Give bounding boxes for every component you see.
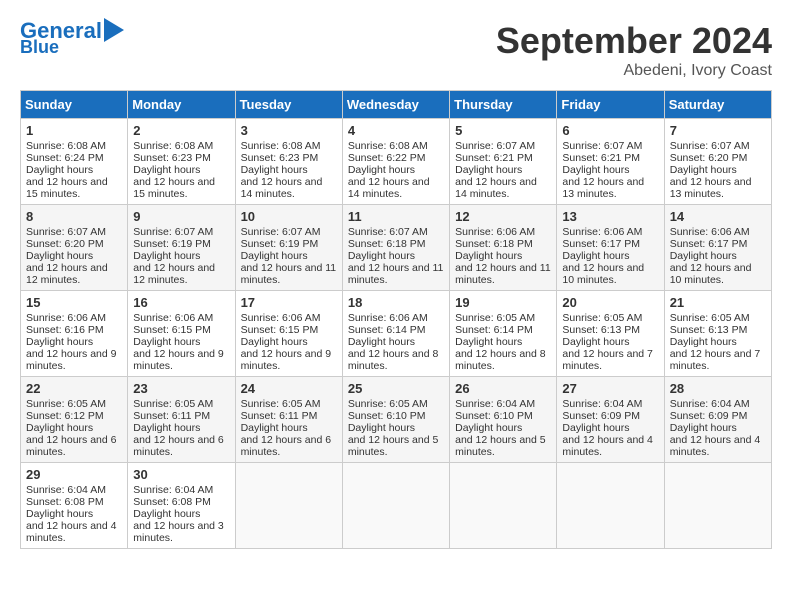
calendar-cell: 22Sunrise: 6:05 AMSunset: 6:12 PMDayligh… (21, 377, 128, 463)
day-number: 26 (455, 381, 551, 396)
logo-text-blue: Blue (20, 38, 59, 56)
calendar-table: SundayMondayTuesdayWednesdayThursdayFrid… (20, 90, 772, 549)
calendar-cell: 26Sunrise: 6:04 AMSunset: 6:10 PMDayligh… (450, 377, 557, 463)
calendar-cell: 9Sunrise: 6:07 AMSunset: 6:19 PMDaylight… (128, 205, 235, 291)
calendar-cell: 12Sunrise: 6:06 AMSunset: 6:18 PMDayligh… (450, 205, 557, 291)
calendar-cell: 24Sunrise: 6:05 AMSunset: 6:11 PMDayligh… (235, 377, 342, 463)
calendar-week-row: 15Sunrise: 6:06 AMSunset: 6:16 PMDayligh… (21, 291, 772, 377)
weekday-header-tuesday: Tuesday (235, 91, 342, 119)
day-number: 8 (26, 209, 122, 224)
calendar-week-row: 22Sunrise: 6:05 AMSunset: 6:12 PMDayligh… (21, 377, 772, 463)
day-number: 9 (133, 209, 229, 224)
day-number: 1 (26, 123, 122, 138)
calendar-cell (235, 463, 342, 549)
calendar-week-row: 29Sunrise: 6:04 AMSunset: 6:08 PMDayligh… (21, 463, 772, 549)
calendar-cell: 28Sunrise: 6:04 AMSunset: 6:09 PMDayligh… (664, 377, 771, 463)
calendar-cell: 4Sunrise: 6:08 AMSunset: 6:22 PMDaylight… (342, 119, 449, 205)
day-number: 28 (670, 381, 766, 396)
calendar-cell: 25Sunrise: 6:05 AMSunset: 6:10 PMDayligh… (342, 377, 449, 463)
calendar-cell: 5Sunrise: 6:07 AMSunset: 6:21 PMDaylight… (450, 119, 557, 205)
weekday-header-sunday: Sunday (21, 91, 128, 119)
day-number: 6 (562, 123, 658, 138)
calendar-cell: 7Sunrise: 6:07 AMSunset: 6:20 PMDaylight… (664, 119, 771, 205)
calendar-cell: 13Sunrise: 6:06 AMSunset: 6:17 PMDayligh… (557, 205, 664, 291)
day-number: 24 (241, 381, 337, 396)
weekday-header-monday: Monday (128, 91, 235, 119)
day-number: 3 (241, 123, 337, 138)
logo-arrow-icon (104, 18, 124, 42)
calendar-cell: 8Sunrise: 6:07 AMSunset: 6:20 PMDaylight… (21, 205, 128, 291)
calendar-cell: 29Sunrise: 6:04 AMSunset: 6:08 PMDayligh… (21, 463, 128, 549)
calendar-cell (342, 463, 449, 549)
day-number: 27 (562, 381, 658, 396)
calendar-cell: 6Sunrise: 6:07 AMSunset: 6:21 PMDaylight… (557, 119, 664, 205)
weekday-header-saturday: Saturday (664, 91, 771, 119)
calendar-cell: 10Sunrise: 6:07 AMSunset: 6:19 PMDayligh… (235, 205, 342, 291)
calendar-cell: 19Sunrise: 6:05 AMSunset: 6:14 PMDayligh… (450, 291, 557, 377)
calendar-cell: 27Sunrise: 6:04 AMSunset: 6:09 PMDayligh… (557, 377, 664, 463)
day-number: 20 (562, 295, 658, 310)
logo: General Blue (20, 20, 124, 56)
day-number: 4 (348, 123, 444, 138)
weekday-header-row: SundayMondayTuesdayWednesdayThursdayFrid… (21, 91, 772, 119)
day-number: 21 (670, 295, 766, 310)
day-number: 5 (455, 123, 551, 138)
calendar-cell: 23Sunrise: 6:05 AMSunset: 6:11 PMDayligh… (128, 377, 235, 463)
weekday-header-wednesday: Wednesday (342, 91, 449, 119)
calendar-cell: 1Sunrise: 6:08 AMSunset: 6:24 PMDaylight… (21, 119, 128, 205)
calendar-cell: 16Sunrise: 6:06 AMSunset: 6:15 PMDayligh… (128, 291, 235, 377)
day-number: 12 (455, 209, 551, 224)
day-number: 23 (133, 381, 229, 396)
calendar-cell: 21Sunrise: 6:05 AMSunset: 6:13 PMDayligh… (664, 291, 771, 377)
day-number: 2 (133, 123, 229, 138)
day-number: 30 (133, 467, 229, 482)
calendar-cell (557, 463, 664, 549)
day-number: 15 (26, 295, 122, 310)
day-number: 11 (348, 209, 444, 224)
weekday-header-friday: Friday (557, 91, 664, 119)
calendar-cell: 17Sunrise: 6:06 AMSunset: 6:15 PMDayligh… (235, 291, 342, 377)
day-number: 17 (241, 295, 337, 310)
day-number: 25 (348, 381, 444, 396)
day-number: 18 (348, 295, 444, 310)
day-number: 10 (241, 209, 337, 224)
title-area: September 2024 Abedeni, Ivory Coast (496, 20, 772, 80)
day-number: 13 (562, 209, 658, 224)
calendar-cell: 30Sunrise: 6:04 AMSunset: 6:08 PMDayligh… (128, 463, 235, 549)
page-header: General Blue September 2024 Abedeni, Ivo… (20, 20, 772, 80)
calendar-cell: 14Sunrise: 6:06 AMSunset: 6:17 PMDayligh… (664, 205, 771, 291)
location-subtitle: Abedeni, Ivory Coast (496, 62, 772, 80)
day-number: 14 (670, 209, 766, 224)
calendar-cell: 15Sunrise: 6:06 AMSunset: 6:16 PMDayligh… (21, 291, 128, 377)
day-number: 7 (670, 123, 766, 138)
calendar-cell (450, 463, 557, 549)
calendar-cell: 11Sunrise: 6:07 AMSunset: 6:18 PMDayligh… (342, 205, 449, 291)
day-number: 29 (26, 467, 122, 482)
weekday-header-thursday: Thursday (450, 91, 557, 119)
month-title: September 2024 (496, 20, 772, 62)
calendar-cell (664, 463, 771, 549)
calendar-cell: 18Sunrise: 6:06 AMSunset: 6:14 PMDayligh… (342, 291, 449, 377)
calendar-cell: 2Sunrise: 6:08 AMSunset: 6:23 PMDaylight… (128, 119, 235, 205)
calendar-week-row: 8Sunrise: 6:07 AMSunset: 6:20 PMDaylight… (21, 205, 772, 291)
calendar-week-row: 1Sunrise: 6:08 AMSunset: 6:24 PMDaylight… (21, 119, 772, 205)
day-number: 22 (26, 381, 122, 396)
day-number: 16 (133, 295, 229, 310)
day-number: 19 (455, 295, 551, 310)
calendar-cell: 3Sunrise: 6:08 AMSunset: 6:23 PMDaylight… (235, 119, 342, 205)
calendar-cell: 20Sunrise: 6:05 AMSunset: 6:13 PMDayligh… (557, 291, 664, 377)
